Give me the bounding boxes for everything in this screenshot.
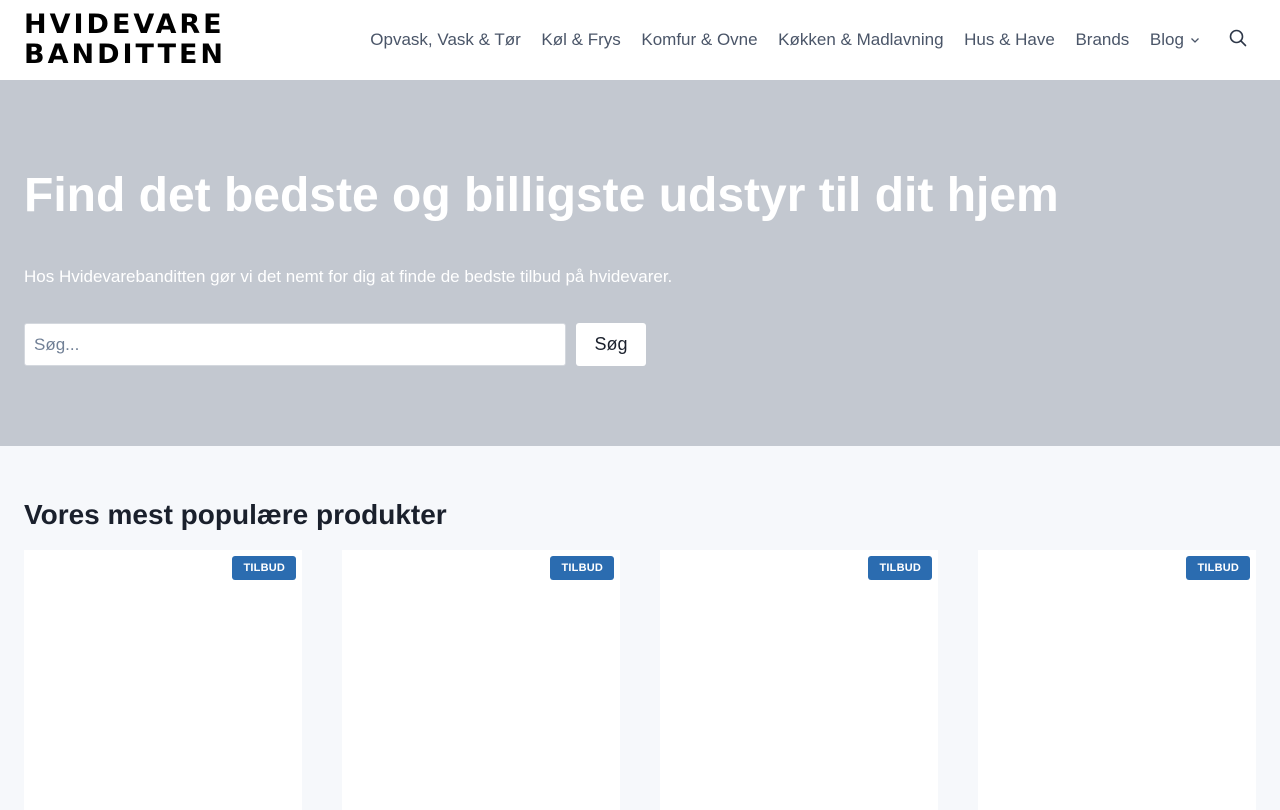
chevron-down-icon — [1190, 35, 1200, 45]
nav-item-kokken[interactable]: Køkken & Madlavning — [768, 0, 954, 80]
product-card[interactable]: TILBUD — [660, 550, 938, 810]
nav-item-label: Køkken & Madlavning — [778, 30, 944, 49]
nav-item-blog[interactable]: Blog — [1140, 0, 1211, 80]
product-card[interactable]: TILBUD — [978, 550, 1256, 810]
nav-item-brands[interactable]: Brands — [1065, 0, 1139, 80]
search-toggle-button[interactable] — [1224, 26, 1252, 54]
main-nav: Opvask, Vask & Tør Køl & Frys Komfur & O… — [360, 0, 1210, 80]
product-grid: TILBUD TILBUD TILBUD TILBUD — [24, 550, 1256, 810]
nav-item-label: Hus & Have — [964, 30, 1055, 49]
nav-item-label: Opvask, Vask & Tør — [370, 30, 521, 49]
product-card[interactable]: TILBUD — [342, 550, 620, 810]
nav-item-label: Blog — [1149, 30, 1184, 49]
nav-item-label: Køl & Frys — [541, 30, 621, 49]
site-logo[interactable]: HVIDEVARE BANDITTEN — [24, 10, 224, 70]
nav-item-label: Komfur & Ovne — [641, 30, 758, 49]
sale-badge: TILBUD — [232, 556, 296, 580]
nav-item-kol-frys[interactable]: Køl & Frys — [531, 0, 631, 80]
sale-badge: TILBUD — [550, 556, 614, 580]
site-header: HVIDEVARE BANDITTEN Opvask, Vask & Tør K… — [0, 0, 1280, 80]
search-icon — [1229, 29, 1247, 52]
nav-item-hus-have[interactable]: Hus & Have — [954, 0, 1065, 80]
nav-item-komfur-ovne[interactable]: Komfur & Ovne — [631, 0, 768, 80]
hero-subtitle: Hos Hvidevarebanditten gør vi det nemt f… — [24, 267, 673, 286]
sale-badge: TILBUD — [868, 556, 932, 580]
search-button[interactable]: Søg — [576, 323, 646, 366]
hero-title: Find det bedste og billigste udstyr til … — [24, 169, 1059, 222]
search-input[interactable] — [24, 323, 566, 366]
product-card[interactable]: TILBUD — [24, 550, 302, 810]
popular-products-title: Vores mest populære produkter — [24, 499, 447, 530]
sale-badge: TILBUD — [1186, 556, 1250, 580]
search-form: Søg — [24, 323, 646, 366]
logo-line-2: BANDITTEN — [24, 39, 227, 70]
nav-item-label: Brands — [1075, 30, 1130, 49]
hero-section: Find det bedste og billigste udstyr til … — [0, 80, 1280, 446]
logo-line-1: HVIDEVARE — [24, 9, 225, 40]
nav-item-opvask[interactable]: Opvask, Vask & Tør — [360, 0, 531, 80]
